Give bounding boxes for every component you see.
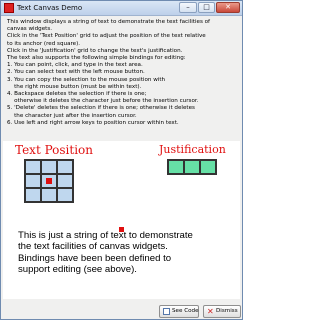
text-position-cell-ne[interactable] xyxy=(57,160,73,174)
text-position-cell-se[interactable] xyxy=(57,188,73,202)
text-position-grid xyxy=(24,159,74,203)
close-button[interactable]: ✕ xyxy=(216,2,240,13)
text-position-cell-sw[interactable] xyxy=(25,188,41,202)
instruction-line: Click in the 'Justification' grid to cha… xyxy=(7,47,183,54)
text-position-cell-n[interactable] xyxy=(41,160,57,174)
close-icon: ✕ xyxy=(207,307,214,316)
instruction-line: 1. You can point, click, and type in the… xyxy=(7,62,143,69)
title-bar[interactable]: Text Canvas Demo – □ ✕ xyxy=(1,1,242,16)
text-position-cell-s[interactable] xyxy=(41,188,57,202)
instruction-line: the right mouse button (must be within t… xyxy=(7,83,142,90)
dismiss-button[interactable]: ✕ Dismiss xyxy=(203,305,241,318)
demo-text-line[interactable]: This is just a string of text to demonst… xyxy=(18,230,238,241)
instruction-line: This window displays a string of text to… xyxy=(7,19,211,25)
text-canvas-demo-window: Text Canvas Demo – □ ✕ This window displ… xyxy=(0,0,243,320)
justification-right[interactable] xyxy=(200,160,216,174)
window-title: Text Canvas Demo xyxy=(17,4,83,12)
justification-grid xyxy=(167,159,217,175)
see-code-label: See Code xyxy=(172,308,199,314)
selected-position-marker xyxy=(46,178,52,184)
text-position-cell-nw[interactable] xyxy=(25,160,41,174)
demo-text-line[interactable]: the text facilities of canvas widgets. xyxy=(18,241,238,252)
see-code-button[interactable]: See Code xyxy=(159,305,199,318)
instruction-line: canvas widgets. xyxy=(7,26,53,33)
justification-label: Justification xyxy=(159,143,226,156)
instruction-line: 5. 'Delete' deletes the selection if the… xyxy=(7,105,195,112)
instruction-line: 2. You can select text with the left mou… xyxy=(7,69,145,76)
minimize-button[interactable]: – xyxy=(179,2,197,13)
justification-center[interactable] xyxy=(184,160,200,174)
document-icon xyxy=(163,308,170,315)
editable-demo-text[interactable]: This is just a string of text to demonst… xyxy=(18,230,238,276)
maximize-button[interactable]: □ xyxy=(198,2,215,13)
demo-text-line[interactable]: support editing (see above). xyxy=(18,264,238,275)
instruction-line: the character just after the insertion c… xyxy=(7,112,137,119)
justification-left[interactable] xyxy=(168,160,184,174)
demo-text-line[interactable]: Bindings have been been defined to xyxy=(18,253,238,264)
instruction-line: 3. You can copy the selection to the mou… xyxy=(7,76,166,83)
text-position-label: Text Position xyxy=(15,143,93,157)
text-position-cell-w[interactable] xyxy=(25,174,41,188)
instruction-line: Click in the 'Text Position' grid to adj… xyxy=(7,33,206,40)
instruction-line: 4. Backspace deletes the selection if th… xyxy=(7,91,147,98)
instruction-line: otherwise it deletes the character just … xyxy=(7,98,199,105)
text-position-cell-e[interactable] xyxy=(57,174,73,188)
dismiss-label: Dismiss xyxy=(216,308,238,314)
instruction-line: 6. Use left and right arrow keys to posi… xyxy=(7,119,179,126)
instruction-line: to its anchor (red square). xyxy=(7,40,81,47)
app-icon xyxy=(4,3,14,13)
instructions-text: This window displays a string of text to… xyxy=(7,19,239,127)
instruction-line: The text also supports the following sim… xyxy=(7,55,186,62)
text-position-cell-center[interactable] xyxy=(41,174,57,188)
